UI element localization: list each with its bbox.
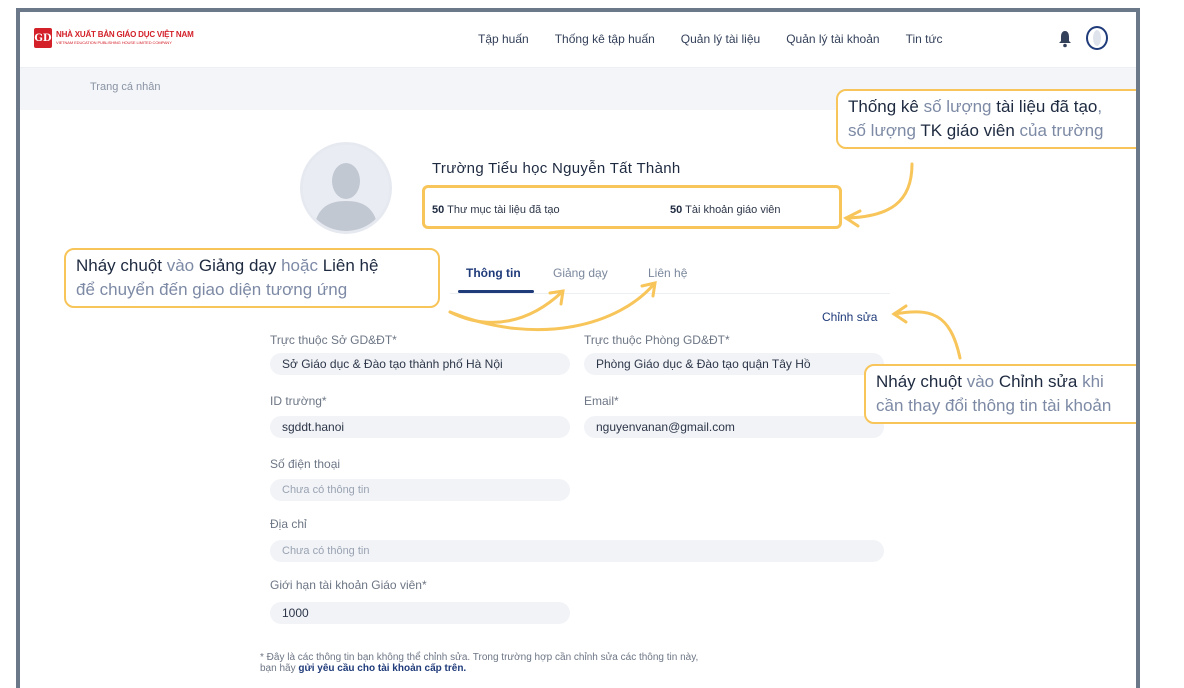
top-header: GD NHÀ XUẤT BẢN GIÁO DỤC VIỆT NAM VIETNA…	[20, 12, 1136, 68]
email-field: nguyenvanan@gmail.com	[584, 416, 884, 438]
address-label: Địa chỉ	[270, 517, 307, 531]
school-name: Trường Tiểu học Nguyễn Tất Thành	[432, 160, 681, 177]
nav-thong-ke-tap-huan[interactable]: Thống kê tập huấn	[555, 32, 655, 46]
profile-avatar	[300, 142, 392, 234]
address-field[interactable]: Chưa có thông tin	[270, 540, 884, 562]
office-label: Trực thuộc Phòng GD&ĐT*	[584, 333, 730, 347]
breadcrumb[interactable]: Trang cá nhân	[90, 81, 161, 93]
readonly-note: * Đây là các thông tin bạn không thể chỉ…	[260, 652, 698, 674]
active-tab-indicator	[458, 290, 534, 293]
department-label: Trực thuộc Sở GD&ĐT*	[270, 333, 397, 347]
office-field: Phòng Giáo dục & Đào tạo quận Tây Hồ	[584, 353, 884, 375]
profile-tabs: Thông tin Giảng dạy Liên hệ	[450, 262, 890, 294]
nav-quan-ly-tai-lieu[interactable]: Quản lý tài liệu	[681, 32, 760, 46]
stats-arrow-icon	[844, 162, 914, 220]
bell-icon[interactable]	[1057, 29, 1073, 49]
note-line-1: * Đây là các thông tin bạn không thể chỉ…	[260, 652, 699, 663]
tab-giang-day[interactable]: Giảng dạy	[553, 266, 608, 280]
tab-lien-he[interactable]: Liên hệ	[648, 266, 687, 280]
logo[interactable]: GD NHÀ XUẤT BẢN GIÁO DỤC VIỆT NAM VIETNA…	[34, 28, 194, 48]
person-silhouette-icon	[303, 145, 389, 231]
tab-thong-tin[interactable]: Thông tin	[466, 266, 521, 280]
tab-teaching-arrow-icon	[448, 290, 564, 324]
edit-arrow-icon	[892, 310, 962, 360]
logo-mark: GD	[34, 28, 52, 48]
school-id-field: sgddt.hanoi	[270, 416, 570, 438]
main-nav: Tập huấn Thống kê tập huấn Quản lý tài l…	[478, 32, 969, 46]
edit-callout: Nháy chuột vào Chỉnh sửa khi cần thay đổ…	[864, 364, 1136, 424]
note-line-2-prefix: bạn hãy	[260, 663, 299, 674]
nav-tin-tuc[interactable]: Tin tức	[906, 32, 943, 46]
department-field: Sở Giáo dục & Đào tạo thành phố Hà Nội	[270, 353, 570, 375]
logo-title: NHÀ XUẤT BẢN GIÁO DỤC VIỆT NAM	[56, 30, 194, 39]
teacher-limit-field: 1000	[270, 602, 570, 624]
stats-arrowhead-icon	[843, 209, 862, 228]
logo-subtitle: VIETNAM EDUCATION PUBLISHING HOUSE LIMIT…	[56, 40, 172, 45]
user-avatar-icon[interactable]	[1086, 26, 1108, 50]
stats-callout: Thống kê số lượng tài liệu đã tạo, số lư…	[836, 89, 1136, 149]
request-upper-account-link[interactable]: gửi yêu cầu cho tài khoản cấp trên.	[298, 663, 466, 674]
email-label: Email*	[584, 394, 619, 408]
tabs-callout: Nháy chuột vào Giảng dạy hoặc Liên hệ để…	[64, 248, 440, 308]
edit-button[interactable]: Chỉnh sửa	[822, 310, 877, 324]
phone-label: Số điện thoại	[270, 457, 341, 471]
stats-highlight	[422, 185, 842, 229]
teacher-limit-label: Giới hạn tài khoản Giáo viên*	[270, 578, 427, 592]
app-window: GD NHÀ XUẤT BẢN GIÁO DỤC VIỆT NAM VIETNA…	[16, 8, 1140, 688]
nav-tap-huan[interactable]: Tập huấn	[478, 32, 529, 46]
phone-field[interactable]: Chưa có thông tin	[270, 479, 570, 501]
school-id-label: ID trường*	[270, 394, 327, 408]
nav-quan-ly-tai-khoan[interactable]: Quản lý tài khoản	[786, 32, 879, 46]
